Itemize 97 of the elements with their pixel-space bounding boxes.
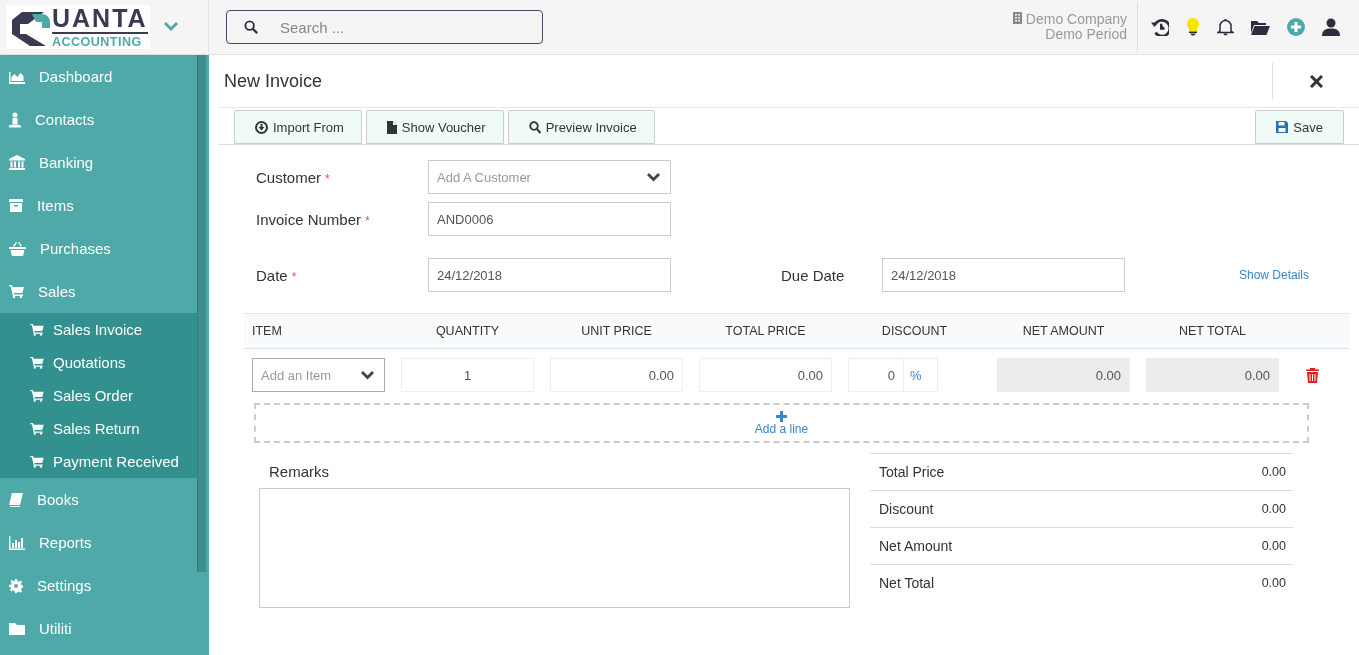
field-label: Invoice Number (256, 210, 362, 228)
summary-label: Net Amount (879, 538, 953, 554)
show-details-link[interactable]: Show Details (1239, 268, 1310, 282)
sidebar-item[interactable]: Books (0, 478, 197, 521)
toolbar-button[interactable]: Import From (234, 110, 362, 144)
toolbar-button[interactable]: Show Voucher (365, 110, 504, 144)
submenu-item[interactable]: Quotations (0, 346, 197, 379)
summary-label: Net Total (879, 575, 934, 591)
bar-chart-icon (9, 535, 25, 550)
page-title: New Invoice (224, 70, 324, 92)
floppy-disk-icon (1276, 121, 1289, 133)
folder-icon (9, 622, 25, 635)
sidebar-item[interactable]: Dashboard (0, 55, 197, 98)
cart-icon (30, 356, 44, 369)
column-header: NET TOTAL (1177, 324, 1248, 338)
summary-value: 0.00 (1261, 539, 1286, 553)
column-header: NET AMOUNT (1021, 324, 1106, 338)
add-line-button[interactable]: Add a line (254, 403, 1309, 443)
column-header: ITEM (252, 324, 283, 338)
submenu-item[interactable]: Sales Return (0, 412, 197, 445)
percent-toggle[interactable]: % (904, 358, 938, 392)
text-field[interactable]: AND0006 (428, 202, 671, 236)
company-name: Demo Company (1025, 12, 1127, 27)
column-header: DISCOUNT (880, 324, 949, 338)
search-icon (528, 120, 541, 134)
summary-value: 0.00 (1261, 576, 1286, 590)
sidebar-item[interactable]: Sales (0, 270, 197, 313)
submenu-item[interactable]: Sales Invoice (0, 313, 197, 346)
bell-icon[interactable] (1217, 18, 1234, 36)
amount-field: 0.00 (997, 358, 1130, 392)
person-icon (9, 111, 21, 128)
column-header: QUANTITY (434, 324, 501, 338)
sidebar-item[interactable]: Contacts (0, 98, 197, 141)
text-field[interactable]: 24/12/2018 (428, 258, 671, 292)
sidebar-item[interactable]: Reports (0, 521, 197, 564)
plus-icon (776, 410, 787, 422)
sidebar-item[interactable]: Settings (0, 564, 197, 607)
archive-box-icon (9, 199, 23, 212)
required-mark: * (325, 171, 330, 186)
lightbulb-icon[interactable] (1186, 18, 1200, 36)
search-icon (244, 20, 259, 35)
download-circle-icon (255, 120, 268, 134)
field-label: Customer (256, 168, 322, 186)
text-field[interactable]: 24/12/2018 (882, 258, 1125, 292)
amount-field[interactable]: 0.00 (550, 358, 683, 392)
quantity-field[interactable]: 1 (401, 358, 534, 392)
book-icon (9, 492, 23, 507)
cart-icon (30, 389, 44, 402)
summary-value: 0.00 (1261, 465, 1286, 479)
building-icon (1012, 12, 1022, 24)
cart-icon (9, 285, 24, 298)
field-label: Date (256, 266, 288, 284)
trash-icon[interactable] (1306, 367, 1319, 383)
close-icon[interactable] (1309, 74, 1323, 88)
cart-icon (30, 455, 44, 468)
basket-icon (9, 241, 26, 256)
submenu-item[interactable]: Sales Order (0, 379, 197, 412)
cart-icon (30, 422, 44, 435)
toolbar-button[interactable]: Preview Invoice (507, 110, 655, 144)
chevron-down-icon (647, 172, 660, 182)
area-chart-icon (9, 69, 25, 84)
cart-icon (30, 323, 44, 336)
history-icon[interactable] (1151, 18, 1169, 36)
field-label: Due Date (781, 266, 846, 284)
required-mark: * (291, 269, 297, 284)
remarks-field[interactable] (259, 488, 850, 608)
required-mark: * (365, 213, 370, 228)
scrollbar[interactable] (197, 55, 206, 572)
chevron-down-icon[interactable] (163, 22, 178, 32)
logo-wordmark: UANTA (52, 5, 148, 34)
logo-tagline: ACCOUNTING (52, 35, 143, 49)
amount-field: 0.00 (1146, 358, 1279, 392)
discount-field[interactable]: 0 (848, 358, 904, 392)
amount-field[interactable]: 0.00 (699, 358, 832, 392)
sidebar-item[interactable]: Utiliti (0, 607, 197, 650)
summary-label: Discount (879, 501, 934, 517)
plus-circle-icon[interactable] (1287, 18, 1305, 36)
customer-select[interactable]: Add A Customer (428, 160, 671, 194)
sidebar-item[interactable]: Purchases (0, 227, 197, 270)
submenu-item[interactable]: Payment Received (0, 445, 197, 478)
bank-icon (9, 155, 25, 170)
folder-icon[interactable] (1251, 19, 1270, 35)
summary-label: Total Price (879, 464, 945, 480)
remarks-label: Remarks (269, 463, 330, 480)
gear-icon (9, 578, 23, 593)
column-header: UNIT PRICE (580, 324, 653, 338)
save-button[interactable]: Save (1255, 110, 1344, 144)
document-icon (386, 120, 397, 134)
sidebar-item[interactable]: Banking (0, 141, 197, 184)
summary-value: 0.00 (1261, 502, 1286, 516)
sidebar-item[interactable]: Items (0, 184, 197, 227)
period-name: Demo Period (1045, 27, 1127, 42)
user-icon[interactable] (1322, 18, 1340, 36)
column-header: TOTAL PRICE (724, 324, 807, 338)
search-field[interactable]: Search ... (226, 10, 543, 44)
chevron-down-icon (361, 370, 374, 380)
item-select[interactable]: Add an Item (252, 358, 385, 392)
